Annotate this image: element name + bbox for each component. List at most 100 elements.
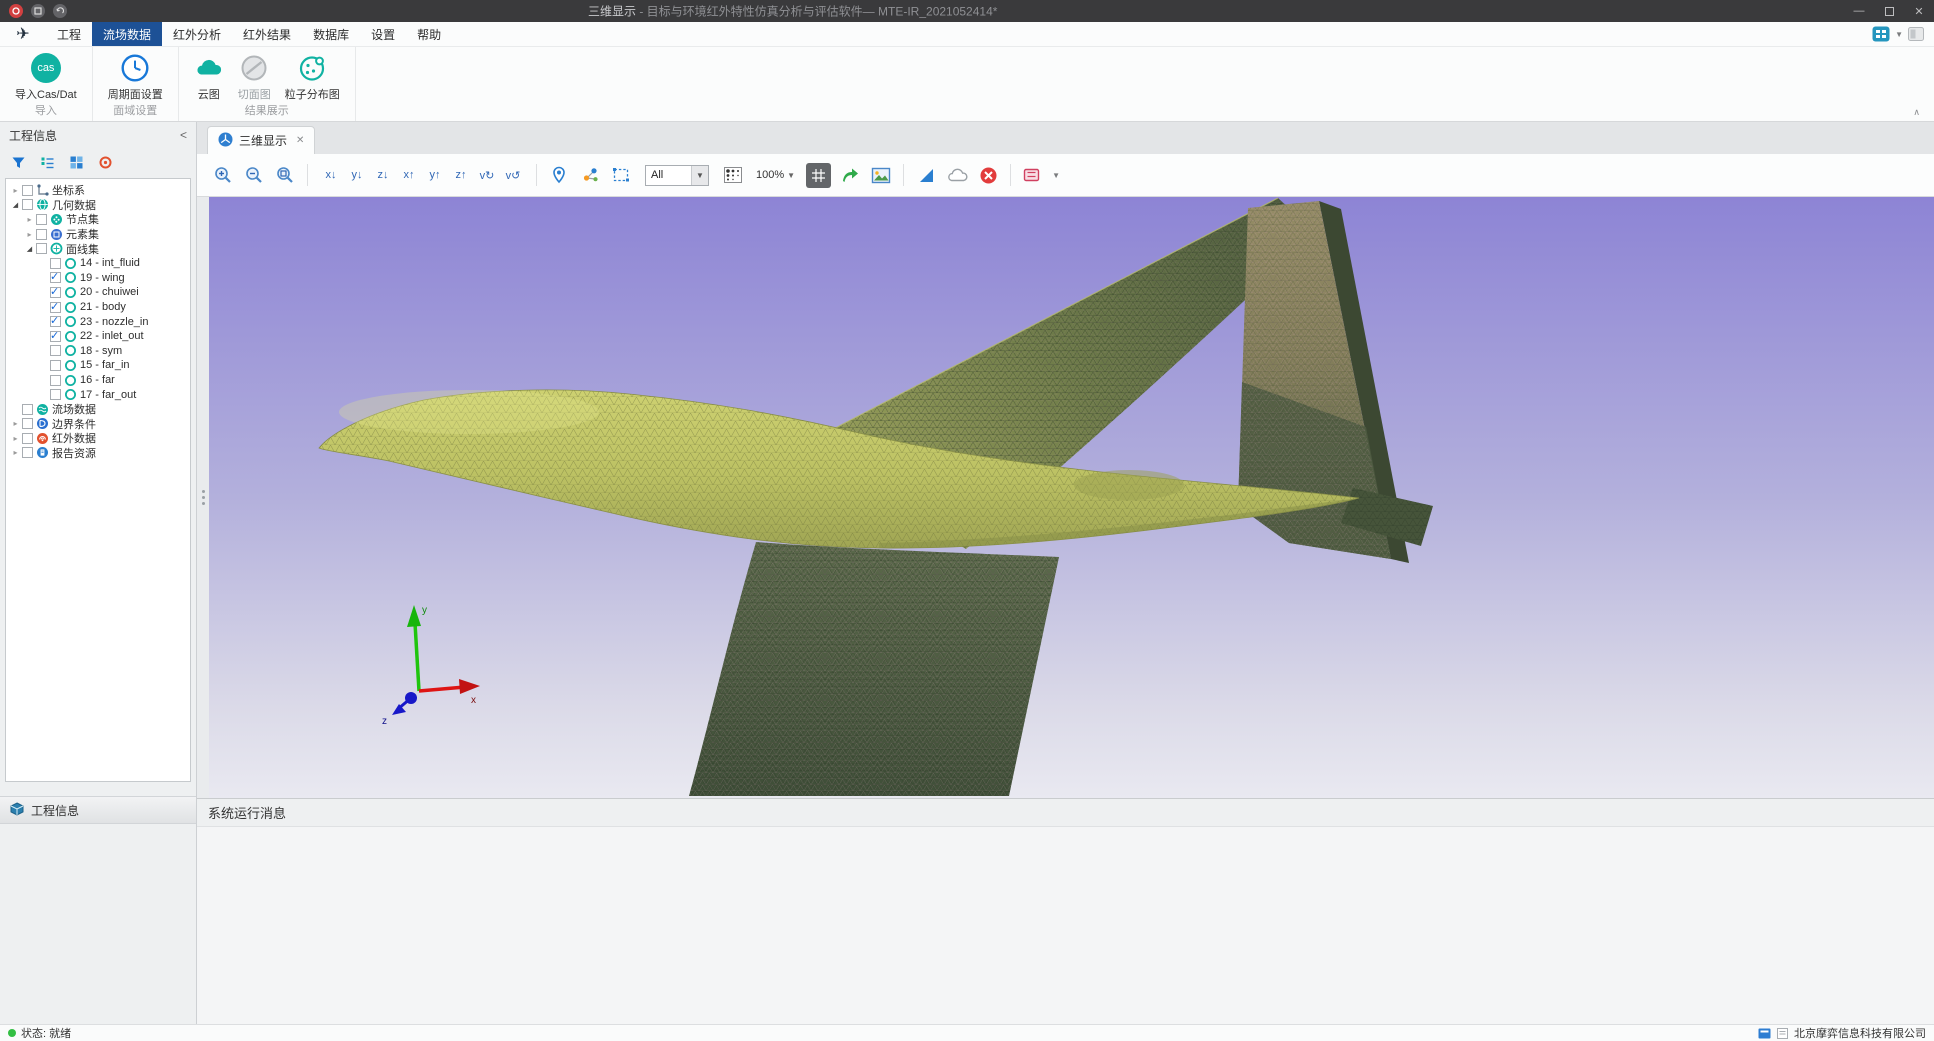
tab-close-icon[interactable]: ✕ xyxy=(296,135,304,146)
grid-view-icon[interactable] xyxy=(67,153,85,171)
tree-expand-icon[interactable]: ▸ xyxy=(10,186,21,195)
tree-checkbox[interactable] xyxy=(36,243,47,254)
tree-item[interactable]: 14 - int_fluid xyxy=(6,256,190,271)
tree-item[interactable]: ▸元素集 xyxy=(6,227,190,242)
sidebar-bottom-tab-project-info[interactable]: 工程信息 xyxy=(0,796,196,824)
menu-item-流场数据[interactable]: 流场数据 xyxy=(92,22,162,46)
tree-item[interactable]: 18 - sym xyxy=(6,344,190,359)
display-filter-select[interactable]: All ▼ xyxy=(645,165,709,186)
tree-checkbox[interactable] xyxy=(50,389,61,400)
viewport-3d[interactable]: y x z xyxy=(209,197,1934,798)
apps-grid-icon[interactable] xyxy=(1872,26,1890,42)
viewport-canvas[interactable]: y x z xyxy=(209,197,1934,798)
slice-map-button[interactable]: 切面图 xyxy=(231,51,278,104)
select-region-button[interactable] xyxy=(609,162,633,188)
app-logo-icon[interactable] xyxy=(9,4,23,18)
zoom-out-button[interactable] xyxy=(242,162,266,188)
panel-splitter[interactable] xyxy=(197,197,209,798)
tree-item[interactable]: 流场数据 xyxy=(6,402,190,417)
molecule-button[interactable] xyxy=(578,162,602,188)
tree-checkbox[interactable] xyxy=(50,360,61,371)
tree-checkbox[interactable] xyxy=(50,272,61,283)
filter-icon[interactable] xyxy=(9,153,27,171)
tree-item[interactable]: 16 - far xyxy=(6,373,190,388)
menu-item-红外分析[interactable]: 红外分析 xyxy=(162,22,232,46)
tree-checkbox[interactable] xyxy=(22,433,33,444)
mirror-flip-button[interactable] xyxy=(914,162,938,188)
status-panel-icon[interactable] xyxy=(1758,1028,1771,1039)
tree-checkbox[interactable] xyxy=(22,199,33,210)
tree-checkbox[interactable] xyxy=(50,287,61,298)
menu-item-数据库[interactable]: 数据库 xyxy=(302,22,360,46)
chevron-down-icon[interactable]: ▼ xyxy=(1895,30,1903,39)
tree-expand-icon[interactable]: ◢ xyxy=(10,201,21,209)
tree-checkbox[interactable] xyxy=(22,418,33,429)
tree-item[interactable]: ▸红外数据 xyxy=(6,431,190,446)
tab-3d-view[interactable]: 三维显示 ✕ xyxy=(207,126,315,154)
sidebar-collapse-button[interactable]: < xyxy=(180,128,187,142)
grid-toggle-button[interactable] xyxy=(806,163,831,188)
view-orientation-icon-v↻[interactable]: v↻ xyxy=(474,169,500,182)
save-icon[interactable] xyxy=(31,4,45,18)
tree-checkbox[interactable] xyxy=(22,404,33,415)
view-orientation-icon-x↓[interactable]: x↓ xyxy=(318,169,344,181)
undo-icon[interactable] xyxy=(53,4,67,18)
tree-item[interactable]: 21 - body xyxy=(6,300,190,315)
tree-checkbox[interactable] xyxy=(50,375,61,386)
tree-checkbox[interactable] xyxy=(22,185,33,196)
tree-expand-icon[interactable]: ▸ xyxy=(10,434,21,443)
tree-expand-icon[interactable]: ▸ xyxy=(10,419,21,428)
tree-item[interactable]: ◢面线集 xyxy=(6,241,190,256)
tree-item[interactable]: ◢几何数据 xyxy=(6,198,190,213)
tree-item[interactable]: 23 - nozzle_in xyxy=(6,314,190,329)
tree-checkbox[interactable] xyxy=(36,229,47,240)
particle-distribution-button[interactable]: 粒子分布图 xyxy=(278,51,347,104)
tree-item[interactable]: 17 - far_out xyxy=(6,387,190,402)
tree-checkbox[interactable] xyxy=(50,316,61,327)
tree-item[interactable]: 22 - inlet_out xyxy=(6,329,190,344)
tree-item[interactable]: ▸边界条件 xyxy=(6,417,190,432)
menu-item-红外结果[interactable]: 红外结果 xyxy=(232,22,302,46)
tree-item[interactable]: ▸报告资源 xyxy=(6,446,190,461)
chevron-down-icon[interactable]: ▼ xyxy=(1052,171,1060,180)
menu-item-工程[interactable]: 工程 xyxy=(46,22,92,46)
layout-theme-icon[interactable] xyxy=(1908,27,1924,41)
zoom-fit-button[interactable] xyxy=(273,162,297,188)
tree-item[interactable]: 15 - far_in xyxy=(6,358,190,373)
view-orientation-icon-x↑[interactable]: x↑ xyxy=(396,169,422,181)
tree-item[interactable]: 20 - chuiwei xyxy=(6,285,190,300)
export-share-button[interactable] xyxy=(838,162,862,188)
tree-expand-icon[interactable]: ▸ xyxy=(24,230,35,239)
menu-item-设置[interactable]: 设置 xyxy=(360,22,406,46)
view-orientation-icon-z↓[interactable]: z↓ xyxy=(370,169,396,181)
tree-expand-icon[interactable]: ▸ xyxy=(10,448,21,457)
tree-checkbox[interactable] xyxy=(50,258,61,269)
view-orientation-icon-y↓[interactable]: y↓ xyxy=(344,169,370,181)
tree-item[interactable]: 19 - wing xyxy=(6,271,190,286)
ribbon-collapse-icon[interactable]: ∧ xyxy=(1913,107,1920,118)
halftone-pattern-button[interactable] xyxy=(721,162,745,188)
snapshot-image-button[interactable] xyxy=(869,162,893,188)
view-orientation-icon-z↑[interactable]: z↑ xyxy=(448,169,474,181)
import-cas-dat-button[interactable]: cas 导入Cas/Dat xyxy=(8,51,84,104)
periodic-face-settings-button[interactable]: 周期面设置 xyxy=(101,51,170,104)
zoom-level-select[interactable]: 100% ▼ xyxy=(756,169,795,181)
tree-checkbox[interactable] xyxy=(50,331,61,342)
tree-list-icon[interactable] xyxy=(38,153,56,171)
cloud-outline-button[interactable] xyxy=(945,162,969,188)
locate-target-icon[interactable] xyxy=(96,153,114,171)
tree-item[interactable]: ▸节点集 xyxy=(6,212,190,227)
clear-cancel-button[interactable] xyxy=(976,162,1000,188)
menu-item-帮助[interactable]: 帮助 xyxy=(406,22,452,46)
tree-expand-icon[interactable]: ◢ xyxy=(24,245,35,253)
tree-expand-icon[interactable]: ▸ xyxy=(24,215,35,224)
close-button[interactable]: ✕ xyxy=(1904,0,1934,22)
tree-item[interactable]: ▸坐标系 xyxy=(6,183,190,198)
tree-checkbox[interactable] xyxy=(22,447,33,458)
probe-pin-button[interactable] xyxy=(547,162,571,188)
contour-map-button[interactable]: 云图 xyxy=(187,51,231,104)
status-doc-icon[interactable] xyxy=(1777,1028,1788,1039)
view-orientation-icon-y↑[interactable]: y↑ xyxy=(422,169,448,181)
minimize-button[interactable]: — xyxy=(1844,0,1874,22)
tree-checkbox[interactable] xyxy=(36,214,47,225)
